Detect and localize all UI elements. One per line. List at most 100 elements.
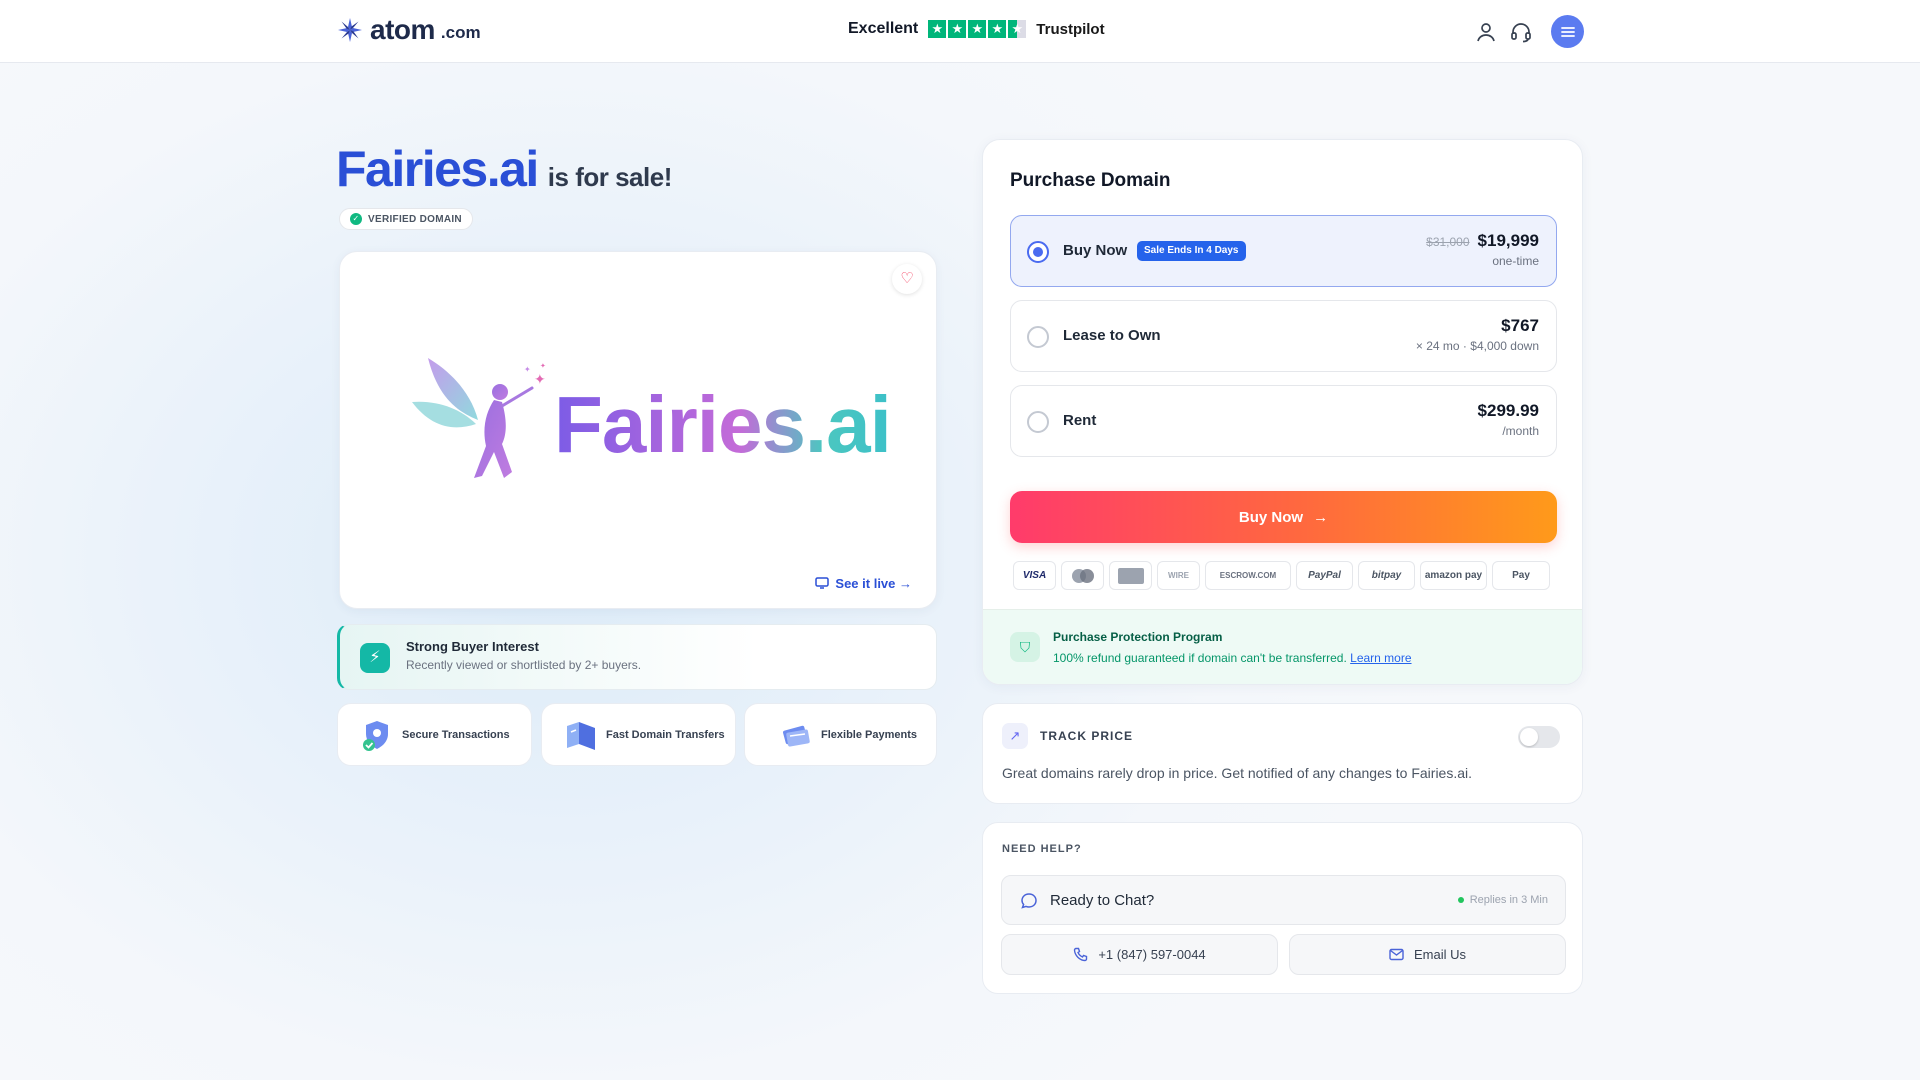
transfer-icon: [567, 721, 595, 750]
radio-button[interactable]: [1027, 411, 1049, 433]
wire-transfer-icon: WIRE: [1157, 561, 1200, 590]
trust-rating-word: Excellent: [848, 20, 919, 37]
amazon-pay-icon: amazon pay: [1420, 561, 1487, 590]
phone-button[interactable]: +1 (847) 597-0044: [1001, 934, 1278, 975]
radio-button[interactable]: [1027, 241, 1049, 263]
trust-stars: ★ ★ ★ ★ ★: [928, 20, 1027, 38]
shield-icon: [363, 720, 388, 751]
verified-badge: ✓ VERIFIED DOMAIN: [339, 208, 473, 230]
mastercard-icon: [1061, 561, 1104, 590]
chat-status: Replies in 3 Min: [1457, 894, 1548, 906]
favorite-heart-icon[interactable]: ♡: [892, 264, 922, 294]
for-sale-text: is for sale!: [547, 162, 673, 192]
wallet-icon: [783, 725, 810, 746]
option-label: Lease to Own: [1063, 327, 1161, 344]
star-icon: ★: [948, 20, 967, 38]
buy-now-button[interactable]: Buy Now →: [1010, 491, 1557, 543]
feature-fast-transfers: Fast Domain Transfers: [541, 703, 736, 766]
interest-subtitle: Recently viewed or shortlisted by 2+ buy…: [406, 658, 642, 672]
amex-icon: [1109, 561, 1152, 590]
price: $299.99: [1477, 401, 1539, 420]
page-title: Fairies.ai is for sale!: [336, 140, 672, 198]
price-sub: × 24 mo · $4,000 down: [1415, 339, 1539, 353]
price-sub: one-time: [1492, 254, 1539, 268]
protection-desc: 100% refund guaranteed if domain can't b…: [1053, 651, 1347, 665]
escrow-icon: ESCROW.COM: [1205, 561, 1291, 590]
trustpilot-rating[interactable]: Excellent ★ ★ ★ ★ ★ Trustpilot: [848, 20, 1105, 38]
purchase-title: Purchase Domain: [1010, 170, 1171, 191]
feature-label: Flexible Payments: [821, 728, 917, 741]
svg-text:✦: ✦: [524, 365, 531, 374]
interest-title: Strong Buyer Interest: [406, 639, 539, 654]
domain-preview-card: ♡ ✦ ✦ ✦ Fairies.ai See it live →: [339, 251, 937, 609]
chat-text: Ready to Chat?: [1050, 892, 1155, 909]
protection-title: Purchase Protection Program: [1053, 630, 1223, 644]
paypal-icon: PayPal: [1296, 561, 1353, 590]
email-button[interactable]: Email Us: [1289, 934, 1566, 975]
payment-methods: VISA WIRE ESCROW.COM PayPal bitpay amazo…: [1013, 561, 1550, 590]
feature-label: Secure Transactions: [402, 728, 510, 741]
logo-text: atom: [370, 14, 435, 45]
trustpilot-brand: Trustpilot: [1036, 20, 1105, 38]
learn-more-link[interactable]: Learn more: [1350, 651, 1411, 665]
sale-badge: Sale Ends In 4 Days: [1137, 241, 1246, 261]
user-icon[interactable]: [1474, 20, 1498, 44]
phone-number: +1 (847) 597-0044: [1098, 947, 1206, 962]
see-it-live-link[interactable]: See it live →: [805, 570, 922, 596]
half-star-icon: ★: [1008, 20, 1027, 38]
svg-text:✦: ✦: [534, 372, 546, 388]
trend-up-icon: ↗: [1002, 723, 1028, 749]
track-price-label: TRACK PRICE: [1040, 729, 1134, 743]
old-price: $31,000: [1426, 235, 1470, 249]
star-icon: ★: [928, 20, 947, 38]
lightning-icon: ⚡: [360, 643, 390, 673]
buy-now-label: Buy Now: [1238, 508, 1304, 526]
domain-name: Fairies.ai: [336, 141, 539, 197]
apple-pay-label: Pay: [1512, 570, 1530, 581]
option-price: $299.99 /month: [1478, 401, 1539, 438]
need-help-label: NEED HELP?: [1002, 843, 1082, 855]
radio-button[interactable]: [1027, 326, 1049, 348]
feature-label: Fast Domain Transfers: [606, 728, 725, 741]
need-help-card: NEED HELP? Ready to Chat? Replies in 3 M…: [982, 822, 1583, 994]
buyer-interest-banner: ⚡ Strong Buyer Interest Recently viewed …: [337, 624, 937, 690]
domain-logo-text: Fairies.ai: [554, 380, 892, 469]
site-header: atom .com Excellent ★ ★ ★ ★ ★ Trustpilot: [0, 0, 1920, 63]
price-sub: /month: [1502, 424, 1539, 438]
shield-check-icon: ⛉: [1010, 632, 1040, 662]
arrow-right-icon: →: [1313, 508, 1329, 526]
option-label: Buy Now: [1063, 242, 1128, 259]
headset-icon[interactable]: [1509, 20, 1533, 44]
track-price-description: Great domains rarely drop in price. Get …: [1002, 765, 1473, 781]
option-price: $31,000 $19,999 one-time: [1426, 231, 1539, 268]
protection-text: 100% refund guaranteed if domain can't b…: [1053, 651, 1412, 665]
track-price-toggle[interactable]: [1518, 726, 1560, 748]
price: $19,999: [1477, 231, 1539, 250]
email-label: Email Us: [1413, 947, 1466, 962]
option-buy-now[interactable]: Buy Now Sale Ends In 4 Days $31,000 $19,9…: [1010, 215, 1557, 287]
fairy-icon: ✦ ✦ ✦: [412, 358, 546, 478]
purchase-protection: ⛉ Purchase Protection Program 100% refun…: [983, 609, 1582, 684]
track-price-card: ↗ TRACK PRICE Great domains rarely drop …: [982, 703, 1583, 804]
visa-icon: VISA: [1013, 561, 1056, 590]
purchase-domain-card: Purchase Domain Buy Now Sale Ends In 4 D…: [982, 139, 1583, 685]
atom-logo-icon: [338, 18, 362, 42]
feature-flexible-payments: Flexible Payments: [744, 703, 937, 766]
domain-logo: ✦ ✦ ✦ Fairies.ai: [408, 350, 892, 500]
menu-icon: [1560, 26, 1575, 37]
chat-bubble-icon: [1021, 893, 1037, 909]
price: $767: [1501, 316, 1539, 335]
menu-button[interactable]: [1551, 15, 1584, 48]
option-label: Rent: [1063, 412, 1097, 429]
feature-secure-transactions: Secure Transactions: [337, 703, 532, 766]
option-rent[interactable]: Rent $299.99 /month: [1010, 385, 1557, 457]
logo-suffix: .com: [440, 23, 481, 42]
chat-button[interactable]: Ready to Chat? Replies in 3 Min: [1001, 875, 1566, 925]
monitor-icon: [815, 577, 830, 589]
star-icon: ★: [968, 20, 987, 38]
atom-logo[interactable]: atom .com: [336, 16, 481, 44]
apple-pay-icon: Pay: [1492, 561, 1550, 590]
option-lease-to-own[interactable]: Lease to Own $767 × 24 mo · $4,000 down: [1010, 300, 1557, 372]
chat-status-text: Replies in 3 Min: [1469, 894, 1548, 906]
phone-icon: [1074, 947, 1088, 962]
